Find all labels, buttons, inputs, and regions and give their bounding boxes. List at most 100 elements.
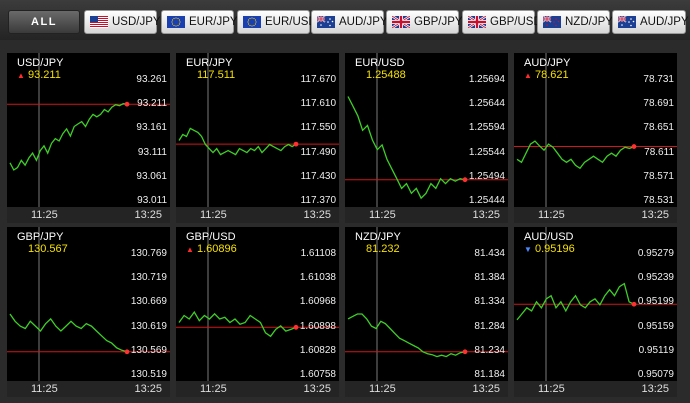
currency-tab-bar: ALL USD/JPY EUR/JPY EUR/USD AUD/JPY GBP/JPY G…	[0, 0, 690, 40]
chart-panel-gbp-usd[interactable]: GBP/USD ▲ 1.60896 1.61108 1.61038 1.60968 1.60…	[176, 227, 339, 397]
y-tick-label: 1.25644	[468, 98, 505, 110]
y-tick-label: 1.25494	[468, 170, 505, 182]
chart-panel-nzd-jpy[interactable]: NZD/JPY 81.232 81.434 81.384 81.334 81.284 81.…	[345, 227, 508, 397]
tab-label: USD/JPY	[112, 16, 161, 28]
time-end-label: 13:25	[134, 383, 162, 395]
chart-panel-eur-usd[interactable]: EUR/USD 1.25488 1.25694 1.25644 1.25594 1.255…	[345, 53, 508, 223]
eu-flag-icon	[238, 16, 265, 28]
au-flag-icon	[613, 16, 640, 28]
time-start-label: 11:25	[31, 383, 58, 395]
y-tick-label: 0.95119	[638, 344, 674, 356]
y-tick-label: 0.95279	[637, 248, 674, 259]
y-tick-label: 78.691	[643, 98, 674, 110]
y-tick-label: 0.95079	[637, 369, 674, 380]
y-tick-label: 81.284	[474, 320, 505, 332]
time-end-label: 13:25	[303, 383, 331, 395]
y-tick-label: 117.670	[300, 74, 336, 85]
time-end-label: 13:25	[641, 383, 669, 395]
y-tick-label: 117.430	[300, 170, 336, 182]
time-end-label: 13:25	[641, 209, 669, 221]
y-axis: 81.434 81.384 81.334 81.284 81.234 81.184	[445, 227, 505, 381]
chart-panel-eur-jpy[interactable]: EUR/JPY 117.511 117.670 117.610 117.550 117.4…	[176, 53, 339, 223]
time-end-label: 13:25	[472, 383, 500, 395]
time-start-label: 11:25	[200, 209, 227, 221]
y-tick-label: 130.769	[130, 248, 167, 259]
y-tick-label: 78.731	[643, 74, 674, 85]
us-flag-icon	[85, 16, 112, 28]
y-tick-label: 81.184	[474, 369, 505, 380]
y-tick-label: 1.60898	[299, 320, 336, 332]
chart-panel-aud-jpy[interactable]: AUD/JPY ▲ 78.621 78.731 78.691 78.651 78.611 78…	[514, 53, 677, 223]
down-arrow-icon: ▼	[524, 244, 532, 254]
tab-gbp-usd[interactable]: GBP/USD	[462, 10, 542, 34]
time-axis: 11:25 13:25	[176, 207, 339, 223]
y-axis: 130.769 130.719 130.669 130.619 130.569 130.5…	[107, 227, 167, 381]
y-tick-label: 78.571	[643, 170, 674, 182]
tab-all-label: ALL	[31, 16, 57, 28]
price-row: ▼ 0.95196	[524, 243, 575, 255]
eu-flag-icon	[162, 16, 189, 28]
price-row: 117.511	[186, 69, 235, 81]
y-axis: 117.670 117.610 117.550 117.490 117.430 117.3…	[276, 53, 336, 207]
tab-eur-usd[interactable]: EUR/USD	[237, 10, 317, 34]
y-tick-label: 78.651	[643, 122, 674, 134]
y-tick-label: 93.211	[137, 98, 167, 110]
price-row: ▲ 1.60896	[186, 243, 237, 255]
uk-flag-icon	[387, 16, 414, 28]
y-tick-label: 81.234	[474, 344, 505, 356]
y-axis: 93.261 93.211 93.161 93.111 93.061 93.011	[107, 53, 167, 207]
tab-label: GBP/USD	[490, 16, 542, 28]
y-axis: 78.731 78.691 78.651 78.611 78.571 78.531	[614, 53, 674, 207]
y-tick-label: 81.434	[474, 248, 505, 259]
tab-nzd-jpy[interactable]: NZD/JPY	[537, 10, 613, 34]
chart-panel-gbp-jpy[interactable]: GBP/JPY 130.567 130.769 130.719 130.669 130.6…	[7, 227, 170, 397]
up-arrow-icon: ▲	[524, 70, 532, 80]
uk-flag-icon	[463, 16, 490, 28]
current-price: 81.232	[366, 243, 400, 255]
y-tick-label: 0.95159	[637, 320, 674, 332]
y-tick-label: 1.25694	[468, 74, 505, 85]
y-tick-label: 1.25594	[468, 122, 505, 134]
time-axis: 11:25 13:25	[514, 381, 677, 397]
price-row: 1.25488	[355, 69, 406, 81]
y-tick-label: 0.95239	[637, 272, 674, 284]
y-tick-label: 78.611	[644, 146, 674, 158]
current-price: 117.511	[197, 69, 236, 81]
time-start-label: 11:25	[538, 209, 565, 221]
time-start-label: 11:25	[31, 209, 58, 221]
tab-eur-jpy[interactable]: EUR/JPY	[161, 10, 238, 34]
y-tick-label: 1.61038	[299, 272, 336, 284]
time-axis: 11:25 13:25	[176, 381, 339, 397]
chart-panel-usd-jpy[interactable]: USD/JPY ▲ 93.211 93.261 93.211 93.161 93.111 93…	[7, 53, 170, 223]
pair-name: USD/JPY	[17, 57, 64, 69]
pair-name: AUD/USD	[524, 231, 574, 243]
y-tick-label: 130.719	[130, 272, 167, 284]
price-row: ▲ 93.211	[17, 69, 61, 81]
tab-label: EUR/USD	[265, 16, 317, 28]
up-arrow-icon: ▲	[17, 70, 25, 80]
time-start-label: 11:25	[369, 209, 396, 221]
y-tick-label: 130.519	[130, 369, 167, 380]
pair-name: NZD/JPY	[355, 231, 401, 243]
tab-aud-jpy[interactable]: AUD/JPY	[612, 10, 689, 34]
time-start-label: 11:25	[369, 383, 396, 395]
y-tick-label: 0.95199	[637, 296, 674, 308]
y-tick-label: 93.111	[137, 146, 167, 158]
current-price: 93.211	[28, 69, 61, 81]
tab-usd-jpy[interactable]: USD/JPY	[84, 10, 161, 34]
tab-label: AUD/JPY	[339, 16, 388, 28]
y-tick-label: 93.061	[136, 170, 167, 182]
current-price: 1.25488	[366, 69, 406, 81]
y-tick-label: 117.550	[300, 122, 336, 134]
tab-gbp-jpy[interactable]: GBP/JPY	[386, 10, 463, 34]
y-tick-label: 1.61108	[300, 248, 336, 259]
y-tick-label: 78.531	[643, 195, 674, 206]
tab-all[interactable]: ALL	[8, 10, 80, 34]
y-tick-label: 130.569	[130, 344, 167, 356]
tab-label: AUD/JPY	[640, 16, 689, 28]
y-tick-label: 81.384	[474, 272, 505, 284]
chart-panel-aud-usd[interactable]: AUD/USD ▼ 0.95196 0.95279 0.95239 0.95199 0.95…	[514, 227, 677, 397]
y-tick-label: 93.011	[137, 195, 167, 206]
y-axis: 1.25694 1.25644 1.25594 1.25544 1.25494 1.254…	[445, 53, 505, 207]
tab-aud-jpy[interactable]: AUD/JPY	[311, 10, 388, 34]
